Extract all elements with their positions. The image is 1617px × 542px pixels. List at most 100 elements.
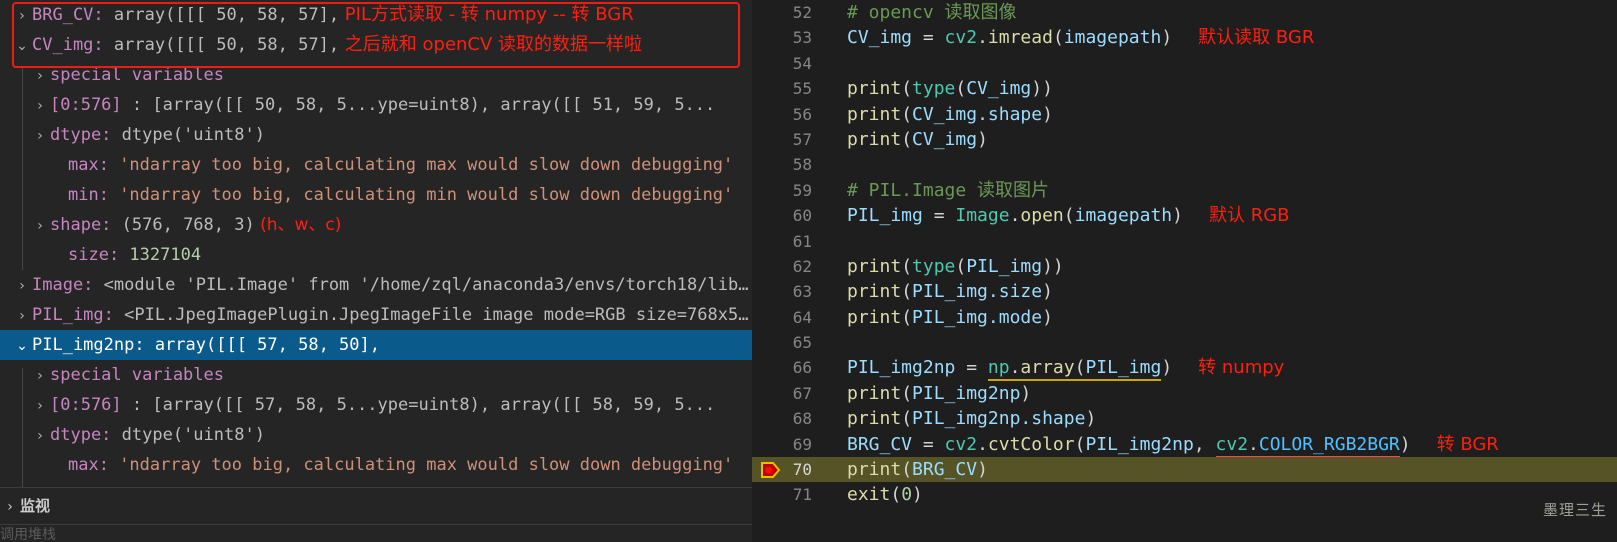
- code-token: =: [922, 205, 956, 227]
- variable-row[interactable]: size: 1327104: [0, 240, 752, 270]
- code-text: PIL_img = Image.open(imagepath): [830, 203, 1183, 228]
- code-token: )): [1031, 78, 1053, 100]
- variable-row[interactable]: › [0:576] : [array([[ 50, 58, 5...ype=uin…: [0, 90, 752, 120]
- line-number[interactable]: 59: [752, 178, 830, 203]
- code-editor[interactable]: 52 # opencv 读取图像 53 CV_img = cv2.imread(ima…: [752, 0, 1617, 542]
- code-line[interactable]: 71 exit(0): [752, 482, 1617, 507]
- callstack-section-header[interactable]: 调用堆栈: [0, 525, 752, 542]
- code-line[interactable]: 55 print(type(CV_img)): [752, 76, 1617, 101]
- code-line[interactable]: 56 print(CV_img.shape): [752, 102, 1617, 127]
- code-line[interactable]: 61: [752, 229, 1617, 254]
- code-token: .size: [987, 281, 1043, 303]
- variable-row[interactable]: › shape: (576, 768, 3) (h、w、c): [0, 210, 752, 240]
- chevron-placeholder-icon: [48, 181, 68, 210]
- code-line[interactable]: 68 print(PIL_img2np.shape): [752, 406, 1617, 431]
- line-number[interactable]: 71: [752, 482, 830, 507]
- code-token: =: [912, 433, 945, 455]
- chevron-right-icon[interactable]: ›: [12, 301, 32, 330]
- variable-row[interactable]: ⌄ CV_img: array([[[ 50, 58, 57], 之后就和 ope…: [0, 30, 752, 60]
- variable-row[interactable]: max: 'ndarray too big, calculating max w…: [0, 150, 752, 180]
- code-line[interactable]: 57 print(CV_img): [752, 127, 1617, 152]
- line-number[interactable]: 61: [752, 229, 830, 254]
- code-line[interactable]: 60 PIL_img = Image.open(imagepath) 默认 RGB: [752, 203, 1617, 228]
- variable-value: 'ndarray too big, calculating min would …: [108, 185, 734, 205]
- line-number[interactable]: 68: [752, 406, 830, 431]
- line-number[interactable]: 64: [752, 305, 830, 330]
- chevron-right-icon[interactable]: ›: [30, 391, 50, 420]
- variable-row[interactable]: ⌄ PIL_img2np: array([[[ 57, 58, 50],: [0, 330, 752, 360]
- variable-row[interactable]: › BRG_CV: array([[[ 50, 58, 57], PIL方式读取 …: [0, 0, 752, 30]
- variable-row[interactable]: min: 'ndarray too big, calculating min w…: [0, 180, 752, 210]
- chevron-right-icon[interactable]: ›: [30, 91, 50, 120]
- code-token: print: [847, 255, 902, 277]
- code-token: ): [977, 128, 988, 150]
- line-number[interactable]: 56: [752, 102, 830, 127]
- variable-value: array([[[ 50, 58, 57],: [103, 5, 340, 25]
- line-number[interactable]: 67: [752, 381, 830, 406]
- variable-name: size:: [68, 245, 120, 265]
- tree-guide-pilimg2np: [22, 368, 23, 487]
- variable-row[interactable]: › special variables: [0, 360, 752, 390]
- variable-row[interactable]: max: 'ndarray too big, calculating max w…: [0, 450, 752, 480]
- line-number[interactable]: 60: [752, 203, 830, 228]
- chevron-right-icon[interactable]: ›: [12, 1, 32, 30]
- red-annotation-text: 之后就和 openCV 读取的数据一样啦: [339, 34, 643, 55]
- variable-row[interactable]: › dtype: dtype('uint8'): [0, 120, 752, 150]
- line-number[interactable]: 52: [752, 0, 830, 25]
- chevron-down-icon[interactable]: ⌄: [12, 331, 32, 360]
- code-text: print(BRG_CV): [830, 457, 988, 482]
- code-line[interactable]: 54: [752, 51, 1617, 76]
- variable-name: max:: [68, 455, 109, 475]
- code-token: .mode: [987, 306, 1043, 328]
- code-text: # opencv 读取图像: [830, 0, 1017, 25]
- chevron-down-icon[interactable]: ⌄: [12, 31, 32, 60]
- variable-row[interactable]: › special variables: [0, 60, 752, 90]
- variable-row[interactable]: › [0:576] : [array([[ 57, 58, 5...ype=uin…: [0, 390, 752, 420]
- code-token: (: [901, 382, 913, 404]
- line-number[interactable]: 57: [752, 127, 830, 152]
- variable-name: max:: [68, 155, 109, 175]
- line-number[interactable]: 63: [752, 279, 830, 304]
- chevron-right-icon[interactable]: ›: [30, 421, 50, 450]
- chevron-right-icon[interactable]: ›: [12, 271, 32, 300]
- code-lines-container[interactable]: 52 # opencv 读取图像 53 CV_img = cv2.imread(ima…: [752, 0, 1617, 508]
- code-red-annotation: 默认 RGB: [1209, 205, 1290, 227]
- code-line[interactable]: 66 PIL_img2np = np.array(PIL_img) 转 numpy: [752, 355, 1617, 382]
- chevron-right-icon[interactable]: ›: [30, 211, 50, 240]
- watch-section-header[interactable]: › 监视: [0, 488, 752, 524]
- code-text: print(PIL_img2np.shape): [830, 406, 1096, 431]
- code-line[interactable]: 65: [752, 330, 1617, 355]
- code-token: (: [1063, 205, 1075, 227]
- line-number[interactable]: 70: [752, 457, 830, 482]
- code-red-annotation: 转 numpy: [1198, 357, 1285, 379]
- code-line[interactable]: 58: [752, 152, 1617, 177]
- line-number[interactable]: 62: [752, 254, 830, 279]
- code-token: PIL_img: [1085, 357, 1162, 382]
- code-line[interactable]: 67 print(PIL_img2np): [752, 381, 1617, 406]
- variable-row[interactable]: › dtype: dtype('uint8'): [0, 420, 752, 450]
- variable-row[interactable]: › Image: <module 'PIL.Image' from '/home/…: [0, 270, 752, 300]
- code-token: .: [977, 27, 988, 49]
- code-line[interactable]: 52 # opencv 读取图像: [752, 0, 1617, 25]
- line-number[interactable]: 53: [752, 25, 830, 50]
- code-line[interactable]: 63 print(PIL_img.size): [752, 279, 1617, 304]
- code-line[interactable]: 53 CV_img = cv2.imread(imagepath) 默认读取 BGR: [752, 25, 1617, 50]
- variable-row[interactable]: › PIL_img: <PIL.JpegImagePlugin.JpegImage…: [0, 300, 752, 330]
- code-line[interactable]: 64 print(PIL_img.mode): [752, 305, 1617, 330]
- line-number[interactable]: 66: [752, 355, 830, 380]
- line-number[interactable]: 58: [752, 152, 830, 177]
- line-number[interactable]: 69: [752, 432, 830, 457]
- line-number[interactable]: 54: [752, 51, 830, 76]
- chevron-right-icon[interactable]: ›: [30, 361, 50, 390]
- code-line-current[interactable]: 70 print(BRG_CV): [752, 457, 1617, 483]
- chevron-right-icon[interactable]: ›: [30, 121, 50, 150]
- code-line[interactable]: 59 # PIL.Image 读取图片: [752, 178, 1617, 203]
- code-line[interactable]: 62 print(type(PIL_img)): [752, 254, 1617, 279]
- code-token: (: [901, 408, 913, 430]
- code-line[interactable]: 69 BRG_CV = cv2.cvtColor(PIL_img2np, cv2.…: [752, 432, 1617, 458]
- chevron-right-icon[interactable]: ›: [30, 61, 50, 90]
- code-token: PIL_img2np: [912, 408, 1021, 430]
- variables-tree[interactable]: › BRG_CV: array([[[ 50, 58, 57], PIL方式读取 …: [0, 0, 752, 487]
- line-number[interactable]: 65: [752, 330, 830, 355]
- line-number[interactable]: 55: [752, 76, 830, 101]
